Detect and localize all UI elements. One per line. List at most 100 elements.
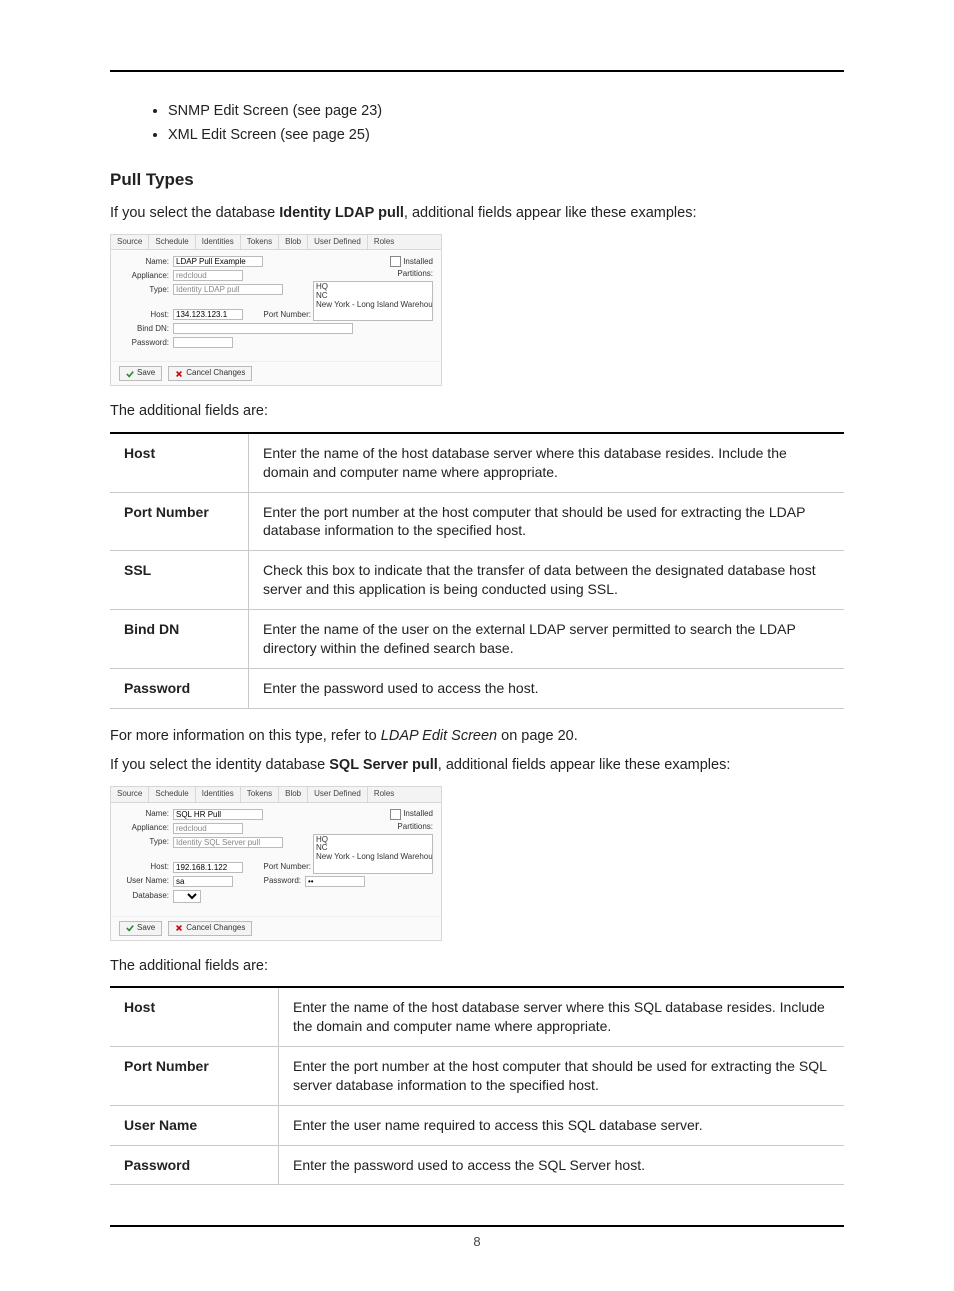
name-label: Name:: [119, 258, 169, 267]
type-select[interactable]: [173, 837, 283, 848]
text-bold: SQL Server pull: [329, 757, 438, 773]
save-label: Save: [137, 369, 155, 378]
text: , additional fields appear like these ex…: [404, 205, 697, 221]
text-bold: Identity LDAP pull: [279, 205, 404, 221]
host-input[interactable]: [173, 862, 243, 873]
field-desc: Enter the password used to access the SQ…: [279, 1145, 845, 1185]
cancel-icon: [175, 924, 183, 932]
button-bar: Save Cancel Changes: [111, 361, 441, 385]
appliance-input[interactable]: [173, 270, 243, 281]
more-info: For more information on this type, refer…: [110, 727, 844, 747]
partition-item[interactable]: HQ: [316, 283, 430, 292]
installed-checkbox[interactable]: [390, 809, 401, 820]
text: If you select the database: [110, 205, 279, 221]
check-icon: [126, 370, 134, 378]
password-input[interactable]: [173, 337, 233, 348]
tab-blob[interactable]: Blob: [279, 787, 308, 802]
table-row: Host Enter the name of the host database…: [110, 433, 844, 492]
cancel-label: Cancel Changes: [186, 924, 245, 933]
tab-schedule[interactable]: Schedule: [149, 235, 195, 250]
installed-checkbox[interactable]: [390, 256, 401, 267]
table-row: Bind DN Enter the name of the user on th…: [110, 610, 844, 669]
sql-panel: Source Schedule Identities Tokens Blob U…: [110, 786, 442, 941]
tab-user-defined[interactable]: User Defined: [308, 235, 368, 250]
appliance-label: Appliance:: [119, 272, 169, 281]
intro-ldap: If you select the database Identity LDAP…: [110, 204, 844, 224]
tab-roles[interactable]: Roles: [368, 235, 400, 250]
tab-source[interactable]: Source: [111, 235, 149, 250]
panel-body: Name: Appliance: Type: Installed Partiti…: [111, 250, 441, 361]
username-label: User Name:: [119, 877, 169, 886]
cancel-label: Cancel Changes: [186, 369, 245, 378]
cancel-icon: [175, 370, 183, 378]
additional-fields-sql: The additional fields are:: [110, 957, 844, 977]
type-select[interactable]: [173, 284, 283, 295]
username-input[interactable]: [173, 876, 233, 887]
tab-identities[interactable]: Identities: [196, 787, 241, 802]
password-label: Password:: [241, 877, 301, 886]
bullet-list: SNMP Edit Screen (see page 23) XML Edit …: [110, 102, 844, 145]
field-name: Password: [110, 668, 249, 708]
binddn-label: Bind DN:: [119, 325, 169, 334]
field-name: Password: [110, 1145, 279, 1185]
cancel-button[interactable]: Cancel Changes: [168, 366, 252, 381]
tab-blob[interactable]: Blob: [279, 235, 308, 250]
tab-bar: Source Schedule Identities Tokens Blob U…: [111, 787, 441, 803]
host-label: Host:: [119, 311, 169, 320]
tab-roles[interactable]: Roles: [368, 787, 400, 802]
partitions-list[interactable]: HQ NC New York - Long Island Warehouse: [313, 834, 433, 874]
field-name: Port Number: [110, 1046, 279, 1105]
list-item: SNMP Edit Screen (see page 23): [168, 102, 844, 122]
tab-schedule[interactable]: Schedule: [149, 787, 195, 802]
text: For more information on this type, refer…: [110, 728, 381, 744]
field-name: Port Number: [110, 492, 249, 551]
password-input[interactable]: [305, 876, 365, 887]
tab-identities[interactable]: Identities: [196, 235, 241, 250]
database-label: Database:: [119, 892, 169, 901]
top-rule: [110, 70, 844, 72]
field-desc: Check this box to indicate that the tran…: [249, 551, 845, 610]
database-select[interactable]: [173, 890, 201, 903]
installed-label: Installed: [403, 258, 433, 267]
additional-fields-ldap: The additional fields are:: [110, 402, 844, 422]
field-name: Host: [110, 433, 249, 492]
table-row: Port Number Enter the port number at the…: [110, 1046, 844, 1105]
port-label: Port Number:: [251, 311, 311, 320]
page: SNMP Edit Screen (see page 23) XML Edit …: [0, 0, 954, 1291]
name-input[interactable]: [173, 256, 263, 267]
check-icon: [126, 924, 134, 932]
partitions-list[interactable]: HQ NC New York - Long Island Warehouse: [313, 281, 433, 321]
field-desc: Enter the name of the host database serv…: [279, 987, 845, 1046]
appliance-label: Appliance:: [119, 824, 169, 833]
tab-tokens[interactable]: Tokens: [241, 787, 279, 802]
installed-label: Installed: [403, 810, 433, 819]
table-row: Password Enter the password used to acce…: [110, 1145, 844, 1185]
table-row: Password Enter the password used to acce…: [110, 668, 844, 708]
bottom-rule: [110, 1225, 844, 1227]
partition-item[interactable]: New York - Long Island Warehouse: [316, 301, 430, 310]
partition-item[interactable]: HQ: [316, 836, 430, 845]
text: on page 20.: [497, 728, 578, 744]
tab-tokens[interactable]: Tokens: [241, 235, 279, 250]
name-label: Name:: [119, 810, 169, 819]
field-name: Bind DN: [110, 610, 249, 669]
cancel-button[interactable]: Cancel Changes: [168, 921, 252, 936]
ldap-fields-table: Host Enter the name of the host database…: [110, 432, 844, 709]
panel-body: Name: Appliance: Type: Installed Partiti…: [111, 803, 441, 916]
tab-user-defined[interactable]: User Defined: [308, 787, 368, 802]
appliance-input[interactable]: [173, 823, 243, 834]
page-number: 8: [110, 1233, 844, 1251]
tab-source[interactable]: Source: [111, 787, 149, 802]
intro-sql: If you select the identity database SQL …: [110, 756, 844, 776]
list-item: XML Edit Screen (see page 25): [168, 126, 844, 146]
save-button[interactable]: Save: [119, 366, 162, 381]
save-button[interactable]: Save: [119, 921, 162, 936]
partitions-label: Partitions:: [313, 270, 433, 279]
field-name: User Name: [110, 1105, 279, 1145]
binddn-input[interactable]: [173, 323, 353, 334]
password-label: Password:: [119, 339, 169, 348]
ldap-panel: Source Schedule Identities Tokens Blob U…: [110, 234, 442, 387]
name-input[interactable]: [173, 809, 263, 820]
partition-item[interactable]: New York - Long Island Warehouse: [316, 853, 430, 862]
host-input[interactable]: [173, 309, 243, 320]
